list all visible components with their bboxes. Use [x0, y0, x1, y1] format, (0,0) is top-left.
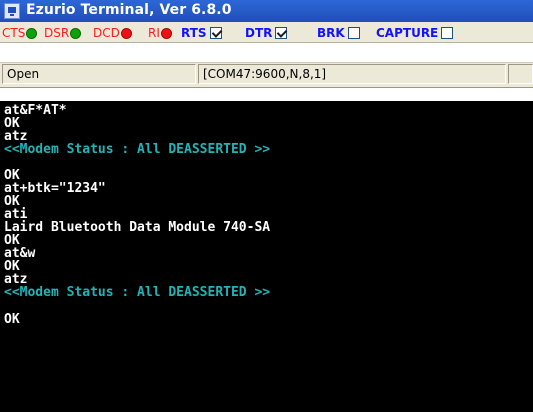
ri-label: RI — [148, 26, 160, 40]
rts-checkbox[interactable] — [209, 27, 222, 39]
terminal-app-icon — [4, 3, 20, 19]
capture-toggle[interactable]: CAPTURE — [376, 25, 454, 41]
rts-label: RTS — [181, 26, 207, 40]
cts-status-light-icon — [26, 27, 38, 39]
signal-toolbar: CTS DSR DCD RI RTS DTR BRK CAPTURE — [0, 22, 533, 43]
dtr-toggle[interactable]: DTR — [245, 25, 288, 41]
capture-checkbox[interactable] — [441, 27, 454, 39]
brk-label: BRK — [317, 26, 345, 40]
dtr-label: DTR — [245, 26, 273, 40]
dsr-status-light-icon — [70, 27, 82, 39]
window-title: Ezurio Terminal, Ver 6.8.0 — [26, 2, 232, 18]
dcd-status-light-icon — [120, 27, 132, 39]
ri-indicator: RI — [148, 25, 172, 41]
terminal-output[interactable]: at&F*AT* OK atz <<Modem Status : All DEA… — [0, 101, 533, 412]
port-settings-field: [COM47:9600,N,8,1] — [198, 64, 506, 84]
port-status-bar: Open [COM47:9600,N,8,1] — [0, 62, 533, 88]
port-state-field: Open — [2, 64, 196, 84]
title-bar[interactable]: Ezurio Terminal, Ver 6.8.0 — [0, 0, 533, 22]
dsr-label: DSR — [44, 26, 70, 40]
dcd-label: DCD — [93, 26, 120, 40]
cts-label: CTS — [2, 26, 26, 40]
ri-status-light-icon — [160, 27, 172, 39]
extra-status-field — [508, 64, 533, 84]
dsr-indicator: DSR — [44, 25, 82, 41]
dtr-checkbox[interactable] — [275, 27, 288, 39]
terminal-line: <<Modem Status : All DEASSERTED >> — [4, 142, 271, 157]
terminal-line: Laird Bluetooth Data Module 740-SA — [4, 220, 271, 235]
cts-indicator: CTS — [2, 25, 38, 41]
rts-toggle[interactable]: RTS — [181, 25, 222, 41]
terminal-line: <<Modem Status : All DEASSERTED >> — [4, 285, 271, 300]
terminal-line: OK — [4, 312, 20, 327]
brk-checkbox[interactable] — [347, 27, 360, 39]
dcd-indicator: DCD — [93, 25, 132, 41]
brk-toggle[interactable]: BRK — [317, 25, 360, 41]
capture-label: CAPTURE — [376, 26, 439, 40]
